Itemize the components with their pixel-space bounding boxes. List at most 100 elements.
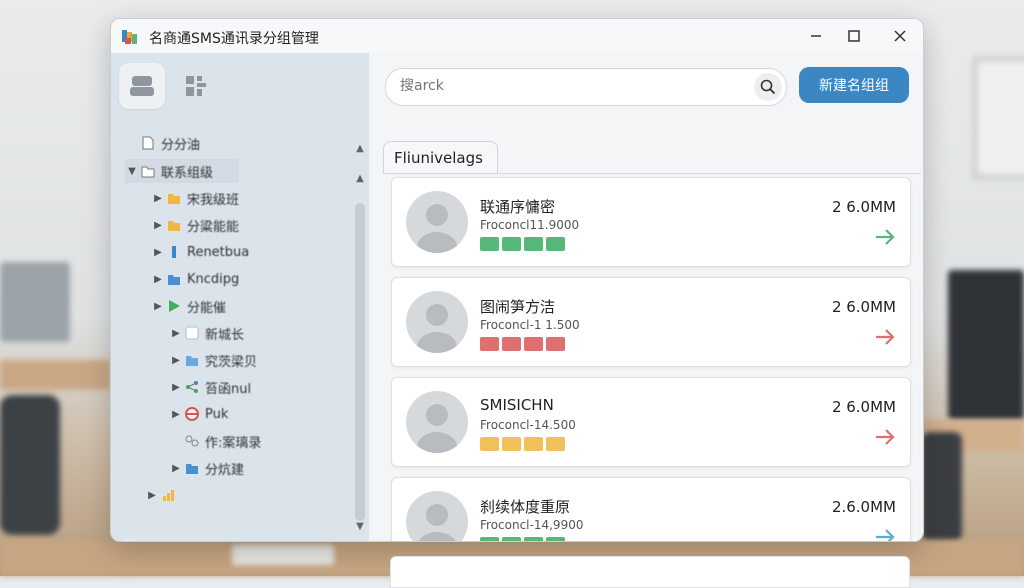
tree-item-label: 分能催 <box>187 300 227 316</box>
maximize-button[interactable] <box>839 25 869 47</box>
contact-detail: Froconcl11.9000 <box>480 218 580 232</box>
search-input[interactable] <box>398 77 742 95</box>
status-chip <box>502 337 521 351</box>
expand-icon[interactable]: ▶ <box>169 409 183 420</box>
chain-link-icon <box>122 538 138 541</box>
arrow-right-icon[interactable] <box>874 526 896 542</box>
contact-name: 刹续体度重原 <box>480 498 571 516</box>
status-chip <box>480 437 499 451</box>
sidebar-scrollbar[interactable] <box>355 203 365 521</box>
contact-card[interactable]: SMISICHN Froconcl-14.500 2 6.0MM <box>391 377 911 467</box>
expand-icon[interactable]: ▶ <box>169 328 183 339</box>
arrow-right-icon[interactable] <box>874 426 896 448</box>
tree-item[interactable]: ▶ 宋我级班 <box>151 186 239 210</box>
sidebar: 分分油 ▼ 联系组级 ▶ 宋我级班 ▶ 分粱能能 ▶ Renetbua ▶ Kn… <box>111 53 369 541</box>
tree-item[interactable]: ▶ 分粱能能 <box>151 213 239 237</box>
expand-icon[interactable]: ▶ <box>151 274 165 285</box>
minimize-button[interactable] <box>801 25 831 47</box>
grid-view-button[interactable] <box>173 63 219 109</box>
status-chip <box>546 537 565 541</box>
tree-item[interactable]: 作:案璃录 <box>169 429 261 453</box>
chart-icon <box>163 490 174 501</box>
avatar <box>406 491 468 541</box>
background-monitor <box>0 262 70 342</box>
tree-item[interactable]: ▶ 究茨梁贝 <box>169 348 257 372</box>
status-chips <box>480 237 565 251</box>
tree-item-label: 笞函nul <box>205 381 252 397</box>
circle-red-icon <box>185 407 199 421</box>
expand-icon[interactable]: ▶ <box>169 355 183 366</box>
status-chip <box>502 237 521 251</box>
expand-icon[interactable]: ▶ <box>151 220 165 231</box>
title-bar[interactable]: 名商通SMS通讯录分组管理 <box>111 19 923 53</box>
tree-item-label: 联系组级 <box>161 165 214 181</box>
person-icon <box>417 304 457 353</box>
arrow-right-icon[interactable] <box>874 326 896 348</box>
contact-size: 2.6.0MM <box>831 498 896 516</box>
folder-blue-icon <box>186 356 198 366</box>
contact-card[interactable]: 图闹笋方洁 Froconcl-1 1.500 2 6.0MM <box>391 277 911 367</box>
background-picture-frame <box>972 56 1024 180</box>
status-chip <box>480 337 499 351</box>
tree-item-label: Kncdipg <box>187 271 240 287</box>
tree-item-label: 宋我级班 <box>187 192 240 208</box>
close-button[interactable] <box>885 25 915 47</box>
folder-blue-icon <box>186 464 198 474</box>
folder-yellow-icon <box>168 194 180 204</box>
contact-card[interactable]: 刹续体度重原 Froconcl-14,9900 2.6.0MM <box>391 477 911 542</box>
tree-item[interactable]: ▶ 分能催 <box>151 294 226 318</box>
status-chips <box>480 337 565 351</box>
status-chip <box>524 537 543 541</box>
status-chip <box>480 237 499 251</box>
scroll-up-button[interactable]: ▲ <box>353 173 367 187</box>
panel-tab[interactable]: Fliunivelags <box>383 141 498 174</box>
contact-name: 图闹笋方洁 <box>480 298 556 316</box>
avatar <box>406 291 468 353</box>
tree-item[interactable]: ▶ 分炕建 <box>169 456 244 480</box>
sidebar-footer[interactable]: 4 <box>117 537 143 541</box>
contact-detail: Froconcl-14,9900 <box>480 518 584 532</box>
tree-item[interactable]: ▶ <box>145 483 181 507</box>
play-green-icon <box>169 300 180 312</box>
contact-name: 联通序慵密 <box>480 198 556 216</box>
maximize-icon <box>848 30 860 42</box>
contact-card[interactable]: 联通序慵密 Froconcl11.9000 2 6.0MM <box>391 177 911 267</box>
tree-item[interactable]: ▶ Puk <box>169 402 228 426</box>
folder-yellow-icon <box>168 221 180 231</box>
arrow-right-icon[interactable] <box>874 226 896 248</box>
scroll-up-button[interactable]: ▲ <box>353 143 367 157</box>
window-title: 名商通SMS通讯录分组管理 <box>149 31 319 47</box>
expand-icon[interactable]: ▶ <box>151 247 165 258</box>
expand-icon[interactable]: ▶ <box>145 490 159 501</box>
tree-item[interactable]: 分分油 <box>125 131 200 155</box>
contact-detail: Froconcl-1 1.500 <box>480 318 580 332</box>
scroll-down-button[interactable]: ▼ <box>353 521 367 535</box>
expand-icon[interactable]: ▶ <box>151 301 165 312</box>
tree-item[interactable]: ▶ 新城长 <box>169 321 244 345</box>
square-icon <box>185 326 199 340</box>
tree-item[interactable]: ▶ 笞函nul <box>169 375 251 399</box>
tree-item-label: Renetbua <box>187 244 250 260</box>
expand-icon[interactable]: ▶ <box>169 463 183 474</box>
contact-size: 2 6.0MM <box>831 398 896 416</box>
expand-icon[interactable]: ▶ <box>151 193 165 204</box>
person-icon <box>417 204 457 253</box>
status-chip <box>502 537 521 541</box>
minimize-icon <box>811 35 821 37</box>
new-group-button[interactable]: 新建名组组 <box>799 67 909 103</box>
expand-icon[interactable]: ▶ <box>169 382 183 393</box>
contacts-view-button[interactable] <box>119 63 165 109</box>
tree-item[interactable]: ▶ Kncdipg <box>151 267 239 291</box>
main-content: 新建名组组 Fliunivelags 联通序慵密 Froconcl11.9000… <box>371 53 923 541</box>
person-icon <box>417 404 457 453</box>
status-chip <box>546 237 565 251</box>
status-chips <box>480 437 565 451</box>
tree-item[interactable]: ▼ 联系组级 <box>125 159 239 183</box>
person-icon <box>418 504 456 541</box>
tree-item[interactable]: ▶ Renetbua <box>151 240 249 264</box>
search-button[interactable] <box>754 73 782 101</box>
contact-size: 2 6.0MM <box>831 298 896 316</box>
collapse-icon[interactable]: ▼ <box>125 166 139 177</box>
contact-card-partial[interactable] <box>390 556 910 588</box>
contact-size: 2 6.0MM <box>831 198 896 216</box>
